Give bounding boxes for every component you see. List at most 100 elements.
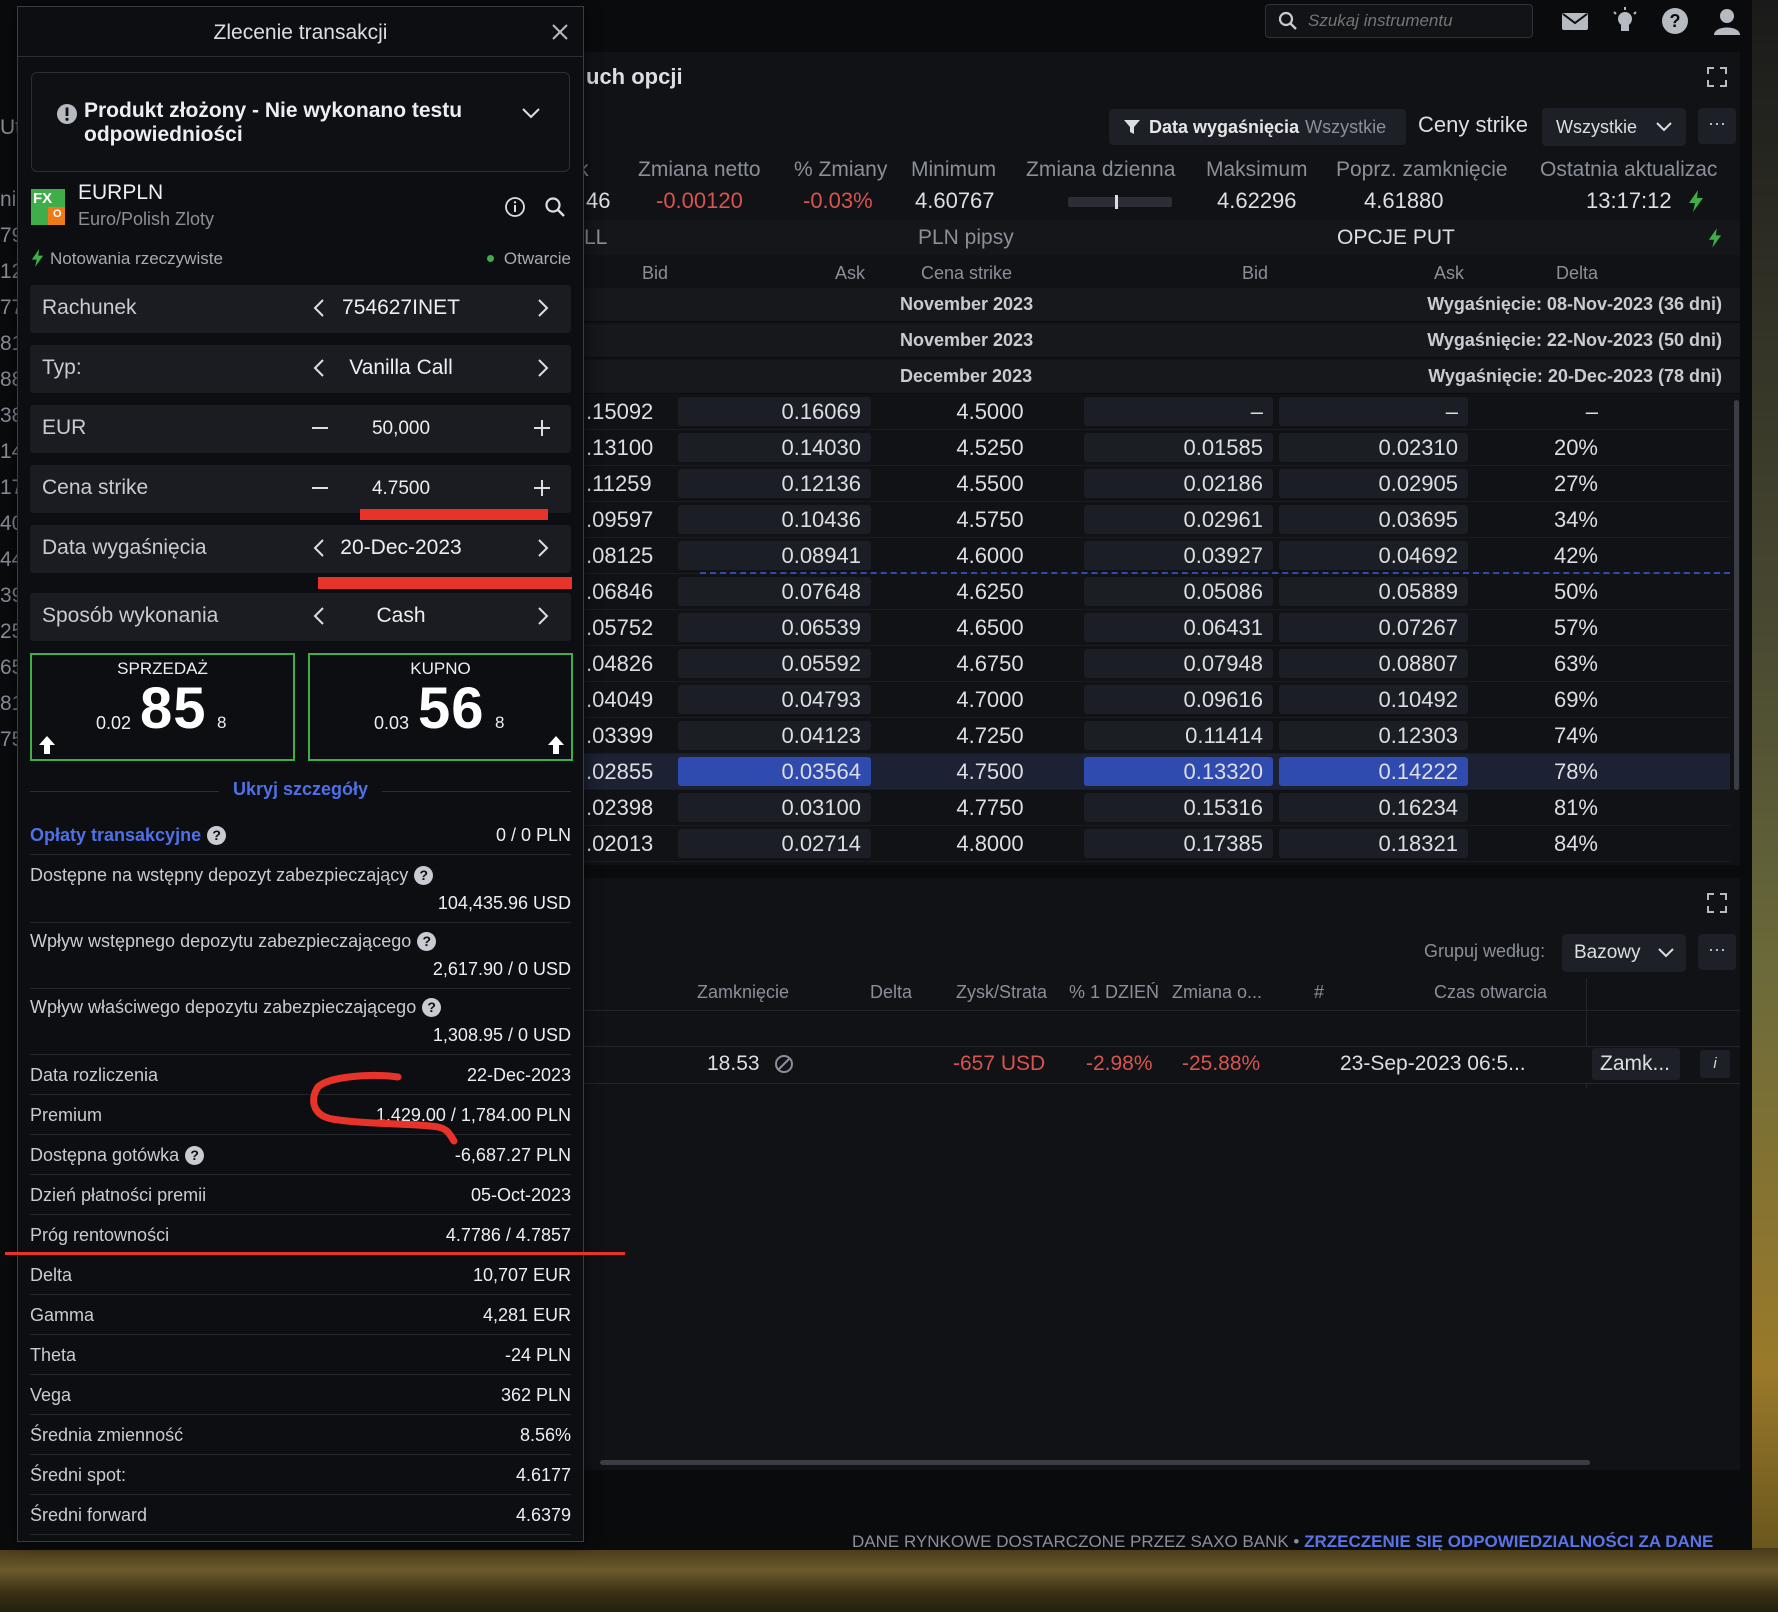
put-bid-cell[interactable]: 0.07948	[1084, 649, 1273, 678]
plus-icon[interactable]	[530, 476, 554, 500]
call-ask-cell[interactable]: 0.06539	[678, 613, 871, 642]
put-bid-cell[interactable]: 0.15316	[1084, 793, 1273, 822]
put-bid-cell[interactable]: 0.02961	[1084, 505, 1273, 534]
complex-product-warning[interactable]: Produkt złożony - Nie wykonano testu odp…	[31, 72, 570, 172]
amount-input[interactable]: 50,000	[301, 418, 501, 440]
mail-icon[interactable]	[1560, 6, 1590, 36]
option-row[interactable]: .15092 0.16069 4.5000– – –	[568, 394, 1730, 430]
call-ask-cell[interactable]: 0.04793	[678, 685, 871, 714]
info-button[interactable]: i	[1700, 1050, 1730, 1078]
call-ask-cell[interactable]: 0.16069	[678, 397, 871, 426]
put-ask-cell[interactable]: 0.04692	[1279, 541, 1468, 570]
question-icon[interactable]: ?	[414, 866, 434, 885]
buy-button[interactable]: KUPNO 0.03 56 8	[308, 653, 573, 761]
positions-horizontal-scrollbar[interactable]	[600, 1460, 1590, 1465]
pos-col-close[interactable]: Zamknięcie	[697, 982, 789, 1003]
put-ask-cell[interactable]: 0.10492	[1279, 685, 1468, 714]
option-row[interactable]: .03399 0.04123 4.7250 0.11414 0.12303 74%	[568, 718, 1730, 754]
pos-col-pct-day[interactable]: % 1 DZIEŃ	[1069, 982, 1159, 1003]
strike-select[interactable]: Wszystkie	[1542, 108, 1686, 146]
option-row[interactable]: .02013 0.02714 4.8000 0.17385 0.18321 84%	[568, 826, 1730, 862]
expand-icon[interactable]	[1706, 66, 1728, 88]
plus-icon[interactable]	[530, 416, 554, 440]
option-row[interactable]: .04049 0.04793 4.7000 0.09616 0.10492 69%	[568, 682, 1730, 718]
call-ask-cell[interactable]: 0.12136	[678, 469, 871, 498]
option-row[interactable]: .02855 0.03564 4.7500 0.13320 0.14222 78%	[568, 754, 1730, 790]
options-scrollbar[interactable]	[1734, 400, 1739, 790]
put-ask-cell[interactable]: 0.14222	[1279, 757, 1468, 786]
fees-label-text[interactable]: Opłaty transakcyjne	[30, 825, 201, 845]
call-ask-cell[interactable]: 0.03100	[678, 793, 871, 822]
pos-col-delta[interactable]: Delta	[870, 982, 912, 1003]
question-icon[interactable]: ?	[422, 998, 442, 1017]
put-ask-cell[interactable]: 0.12303	[1279, 721, 1468, 750]
put-ask-cell[interactable]: 0.02310	[1279, 433, 1468, 462]
chevron-right-icon[interactable]	[530, 604, 554, 628]
help-icon[interactable]: ?	[1660, 6, 1690, 36]
expiry-group-row[interactable]: November 2023 Wygaśnięcie: 08-Nov-2023 (3…	[568, 288, 1740, 322]
call-ask-cell[interactable]: 0.07648	[678, 577, 871, 606]
question-icon[interactable]: ?	[417, 932, 437, 951]
put-bid-cell[interactable]: 0.13320	[1084, 757, 1273, 786]
call-ask-cell[interactable]: 0.14030	[678, 433, 871, 462]
put-bid-cell[interactable]: 0.03927	[1084, 541, 1273, 570]
option-row[interactable]: .11259 0.12136 4.5500 0.02186 0.02905 27%	[568, 466, 1730, 502]
put-ask-cell[interactable]: 0.18321	[1279, 829, 1468, 858]
fees-label[interactable]: Opłaty transakcyjne?	[30, 825, 227, 846]
sell-button[interactable]: SPRZEDAŻ 0.02 85 8	[30, 653, 295, 761]
search-input[interactable]	[1308, 11, 1518, 31]
call-ask-cell[interactable]: 0.05592	[678, 649, 871, 678]
group-by-select[interactable]: Bazowy	[1562, 934, 1686, 972]
expand-icon[interactable]	[1706, 892, 1728, 914]
search-icon[interactable]	[544, 196, 566, 218]
chevron-right-icon[interactable]	[530, 356, 554, 380]
option-row[interactable]: .13100 0.14030 4.5250 0.01585 0.02310 20%	[568, 430, 1730, 466]
put-bid-cell[interactable]: 0.05086	[1084, 577, 1273, 606]
put-ask-cell[interactable]: 0.02905	[1279, 469, 1468, 498]
lightbulb-icon[interactable]	[1610, 6, 1640, 36]
put-bid-cell[interactable]: 0.17385	[1084, 829, 1273, 858]
pos-col-change[interactable]: Zmiana o...	[1172, 982, 1262, 1003]
expiry-filter-button[interactable]: Data wygaśnięcia Wszystkie	[1109, 109, 1406, 145]
option-row[interactable]: .05752 0.06539 4.6500 0.06431 0.07267 57%	[568, 610, 1730, 646]
put-bid-cell[interactable]: –	[1084, 397, 1273, 426]
question-icon[interactable]: ?	[207, 826, 227, 845]
close-position-button[interactable]: Zamk...	[1592, 1048, 1680, 1080]
expiry-group-row[interactable]: November 2023 Wygaśnięcie: 22-Nov-2023 (5…	[568, 324, 1740, 358]
put-ask-cell[interactable]: 0.07267	[1279, 613, 1468, 642]
put-bid-cell[interactable]: 0.02186	[1084, 469, 1273, 498]
put-ask-cell[interactable]: 0.16234	[1279, 793, 1468, 822]
put-bid-cell[interactable]: 0.11414	[1084, 721, 1273, 750]
options-more-button[interactable]: ···	[1698, 108, 1736, 144]
hide-details-link[interactable]: Ukryj szczegóły	[218, 779, 383, 799]
option-row[interactable]: .04826 0.05592 4.6750 0.07948 0.08807 63%	[568, 646, 1730, 682]
positions-more-button[interactable]: ···	[1698, 934, 1736, 970]
call-ask-cell[interactable]: 0.03564	[678, 757, 871, 786]
chevron-right-icon[interactable]	[530, 296, 554, 320]
call-ask-cell[interactable]: 0.10436	[678, 505, 871, 534]
put-ask-cell[interactable]: 0.05889	[1279, 577, 1468, 606]
put-ask-cell[interactable]: 0.03695	[1279, 505, 1468, 534]
option-row[interactable]: .02398 0.03100 4.7750 0.15316 0.16234 81%	[568, 790, 1730, 826]
instrument-search[interactable]	[1265, 4, 1533, 38]
option-row[interactable]: .06846 0.07648 4.6250 0.05086 0.05889 50%	[568, 574, 1730, 610]
call-ask-cell[interactable]: 0.08941	[678, 541, 871, 570]
question-icon[interactable]: ?	[185, 1146, 205, 1165]
put-bid-cell[interactable]: 0.01585	[1084, 433, 1273, 462]
put-ask-cell[interactable]: 0.08807	[1279, 649, 1468, 678]
put-bid-cell[interactable]: 0.09616	[1084, 685, 1273, 714]
strike-input[interactable]: 4.7500	[301, 478, 501, 500]
put-ask-cell[interactable]: –	[1279, 397, 1468, 426]
pos-col-count[interactable]: #	[1314, 982, 1324, 1003]
user-icon[interactable]	[1712, 6, 1742, 36]
call-ask-cell[interactable]: 0.02714	[678, 829, 871, 858]
call-ask-cell[interactable]: 0.04123	[678, 721, 871, 750]
close-icon[interactable]	[549, 21, 571, 43]
option-row[interactable]: .08125 0.08941 4.6000 0.03927 0.04692 42%	[568, 538, 1730, 574]
pos-col-pnl[interactable]: Zysk/Strata	[956, 982, 1047, 1003]
option-row[interactable]: .09597 0.10436 4.5750 0.02961 0.03695 34%	[568, 502, 1730, 538]
chevron-right-icon[interactable]	[530, 536, 554, 560]
disclaimer-link[interactable]: ZRZECZENIE SIĘ ODPOWIEDZIALNOŚCI ZA DANE	[1304, 1532, 1713, 1551]
chevron-down-icon[interactable]	[521, 107, 541, 119]
pos-col-open-time[interactable]: Czas otwarcia	[1434, 982, 1547, 1003]
